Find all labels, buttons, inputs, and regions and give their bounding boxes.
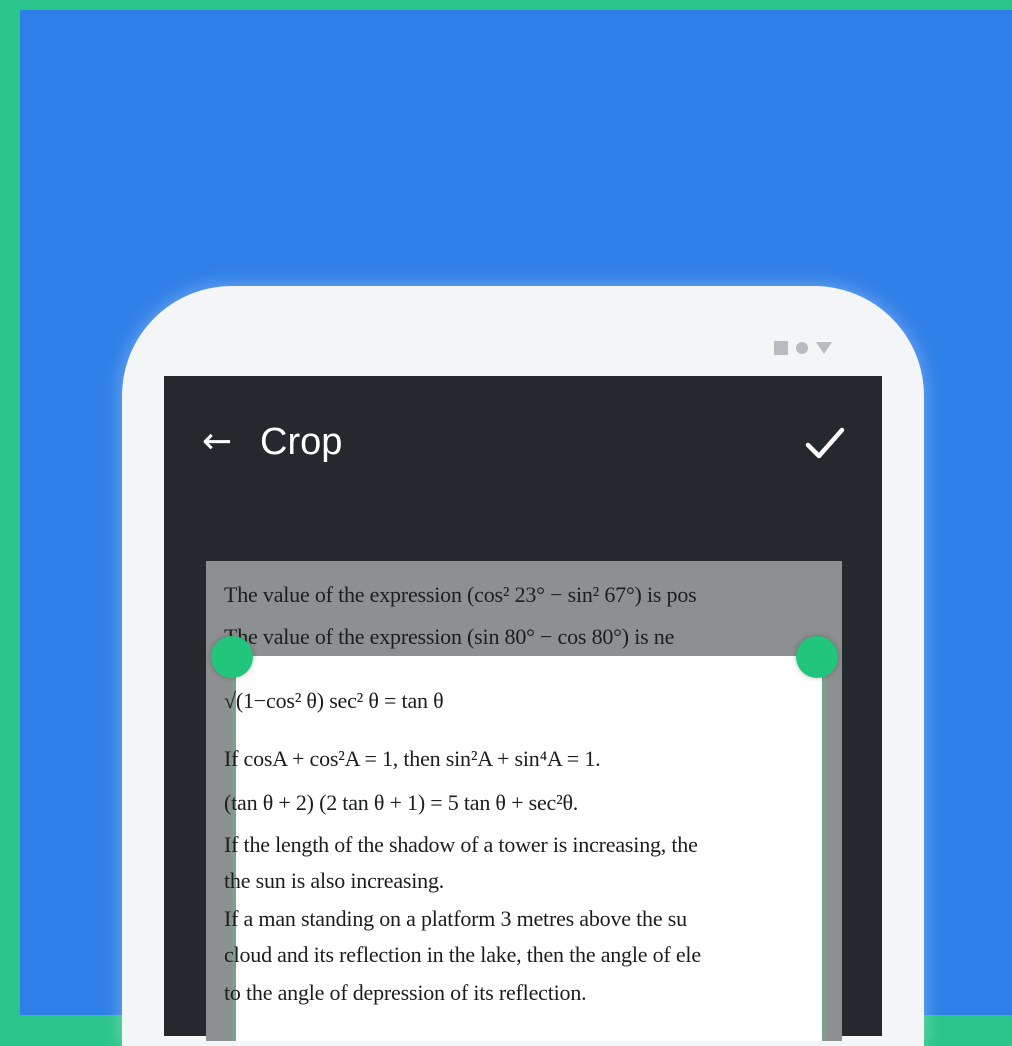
status-bar bbox=[774, 338, 832, 358]
crop-handle-top-right[interactable] bbox=[796, 636, 838, 678]
square-icon bbox=[774, 341, 788, 355]
document-image: The value of the expression (cos² 23° − … bbox=[206, 561, 842, 1041]
app-screen: ← Crop The value of the expression (cos²… bbox=[164, 376, 882, 1041]
check-icon[interactable] bbox=[802, 420, 848, 466]
page-title: Crop bbox=[260, 421, 343, 463]
dot-icon bbox=[796, 342, 808, 354]
document-line: √(1−cos² θ) sec² θ = tan θ bbox=[224, 688, 444, 713]
document-line: cloud and its reflection in the lake, th… bbox=[224, 942, 701, 967]
crop-handle-top-left[interactable] bbox=[211, 636, 253, 678]
document-line: The value of the expression (sin 80° − c… bbox=[224, 624, 675, 649]
back-arrow-icon[interactable]: ← bbox=[202, 422, 246, 462]
document-line: If a man standing on a platform 3 metres… bbox=[224, 906, 687, 931]
document-line: The value of the expression (cos² 23° − … bbox=[224, 582, 697, 607]
top-bar: ← Crop bbox=[164, 376, 882, 506]
document-line: to the angle of depression of its reflec… bbox=[224, 980, 587, 1005]
document-line: (tan θ + 2) (2 tan θ + 1) = 5 tan θ + se… bbox=[224, 790, 579, 815]
document-line: If the length of the shadow of a tower i… bbox=[224, 832, 698, 857]
document-line: If cosA + cos²A = 1, then sin²A + sin⁴A … bbox=[224, 746, 601, 771]
signal-icon bbox=[816, 342, 832, 354]
document-line: the sun is also increasing. bbox=[224, 868, 445, 893]
